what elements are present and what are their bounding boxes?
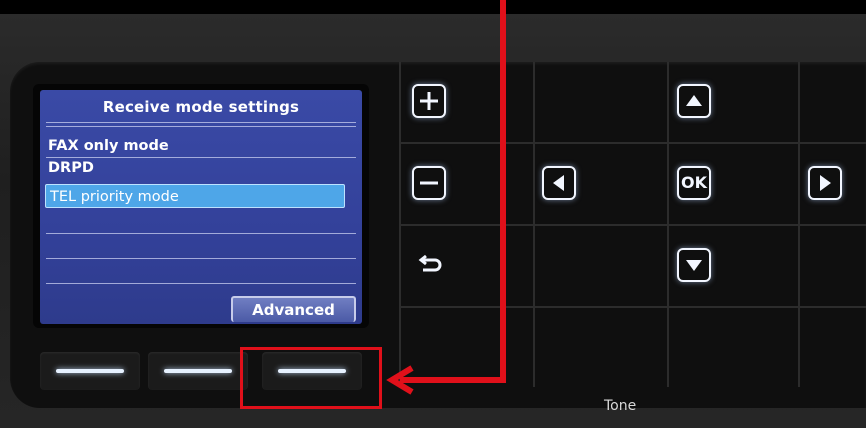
lcd-divider bbox=[46, 122, 356, 123]
lcd-divider bbox=[46, 283, 356, 284]
lcd-divider bbox=[46, 157, 356, 158]
annotation-arrowhead-icon bbox=[386, 365, 416, 395]
up-arrow-icon[interactable] bbox=[677, 84, 711, 118]
lcd-screen: Receive mode settings FAX only mode DRPD… bbox=[40, 90, 362, 324]
lcd-divider bbox=[46, 233, 356, 234]
right-arrow-icon[interactable] bbox=[808, 166, 842, 200]
left-arrow-icon[interactable] bbox=[542, 166, 576, 200]
advanced-tab[interactable]: Advanced bbox=[231, 296, 356, 322]
minus-icon[interactable] bbox=[412, 166, 446, 200]
tone-label: Tone bbox=[604, 398, 637, 414]
lcd-title: Receive mode settings bbox=[102, 98, 300, 116]
ok-label: OK bbox=[681, 173, 707, 192]
menu-item-fax-only[interactable]: FAX only mode bbox=[48, 138, 169, 154]
menu-item-tel-priority[interactable]: TEL priority mode bbox=[45, 184, 345, 208]
annotation-highlight-box bbox=[240, 347, 382, 409]
menu-item-drpd[interactable]: DRPD bbox=[48, 160, 94, 176]
annotation-arrow-line bbox=[500, 0, 506, 383]
softkey-light bbox=[56, 369, 124, 373]
lcd-divider bbox=[46, 126, 356, 127]
back-arrow-icon[interactable] bbox=[413, 248, 447, 282]
down-arrow-icon[interactable] bbox=[677, 248, 711, 282]
ok-button[interactable]: OK bbox=[677, 166, 711, 200]
touch-keypad bbox=[399, 62, 866, 387]
softkey-light bbox=[164, 369, 232, 373]
plus-icon[interactable] bbox=[412, 84, 446, 118]
softkey-middle[interactable] bbox=[148, 352, 248, 390]
softkey-left[interactable] bbox=[40, 352, 140, 390]
top-edge bbox=[0, 0, 866, 14]
lcd-divider bbox=[46, 258, 356, 259]
